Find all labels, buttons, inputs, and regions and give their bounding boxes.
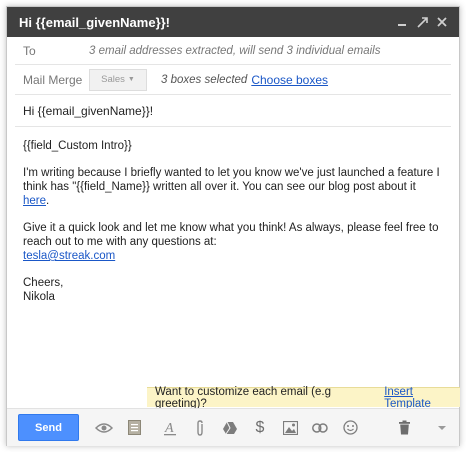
mail-merge-row: Mail Merge Sales ▼ 3 boxes selected Choo…	[15, 65, 451, 95]
contact-email-link[interactable]: tesla@streak.com	[23, 250, 115, 262]
to-recipients[interactable]: 3 email addresses extracted, will send 3…	[89, 45, 380, 57]
svg-text:A: A	[164, 421, 174, 436]
send-button[interactable]: Send	[18, 414, 79, 441]
window-title: Hi {{email_givenName}}!	[19, 14, 171, 30]
compose-titlebar[interactable]: Hi {{email_givenName}}!	[7, 7, 459, 37]
signature-name: Nikola	[23, 291, 55, 303]
subject-row[interactable]: Hi {{email_givenName}}!	[15, 95, 451, 127]
minimize-icon[interactable]	[393, 13, 411, 31]
format-text-icon[interactable]: A	[159, 417, 181, 439]
insert-template-link[interactable]: Insert Template	[384, 386, 460, 410]
compose-window: Hi {{email_givenName}}! To 3 email addre…	[6, 6, 460, 446]
attach-icon[interactable]	[189, 417, 211, 439]
blog-post-link[interactable]: here	[23, 195, 46, 207]
to-row[interactable]: To 3 email addresses extracted, will sen…	[15, 37, 451, 65]
body-paragraph-1-end: .	[46, 195, 50, 207]
trash-icon[interactable]	[393, 417, 415, 439]
body-paragraph-2-text: Give it a quick look and let me know wha…	[23, 222, 439, 248]
signature-closing: Cheers,	[23, 277, 64, 289]
body-paragraph-2: Give it a quick look and let me know wha…	[23, 221, 443, 263]
chevron-down-icon: ▼	[127, 76, 135, 83]
photo-icon[interactable]	[279, 417, 301, 439]
subject-field[interactable]: Hi {{email_givenName}}!	[23, 104, 153, 118]
template-tip-text: Want to customize each email (e.g greeti…	[155, 385, 331, 410]
emoji-icon[interactable]	[339, 417, 361, 439]
body-paragraph-1-text: I'm writing because I briefly wanted to …	[23, 167, 440, 193]
template-tip: Want to customize each email (e.g greeti…	[147, 385, 460, 410]
popout-icon[interactable]	[413, 13, 431, 31]
to-label: To	[23, 43, 36, 58]
boxes-selected-info: 3 boxes selected	[161, 73, 248, 86]
drive-icon[interactable]	[219, 417, 241, 439]
body-intro: {{field_Custom Intro}}	[23, 140, 132, 152]
signature: Cheers, Nikola	[23, 276, 443, 304]
choose-boxes-link[interactable]: Choose boxes	[251, 73, 328, 87]
mail-merge-label: Mail Merge	[23, 72, 83, 87]
body-paragraph-1: I'm writing because I briefly wanted to …	[23, 166, 443, 208]
template-icon[interactable]	[123, 417, 145, 439]
link-icon[interactable]	[309, 417, 331, 439]
compose-toolbar: Send A $	[7, 408, 459, 446]
message-body[interactable]: {{field_Custom Intro}} I'm writing becau…	[7, 127, 459, 304]
eye-icon[interactable]	[93, 417, 115, 439]
pipeline-select-value: Sales	[101, 74, 125, 85]
more-options-icon[interactable]	[431, 417, 453, 439]
dollar-icon[interactable]: $	[249, 417, 271, 439]
close-icon[interactable]	[433, 13, 451, 31]
pipeline-select[interactable]: Sales ▼	[89, 68, 147, 91]
